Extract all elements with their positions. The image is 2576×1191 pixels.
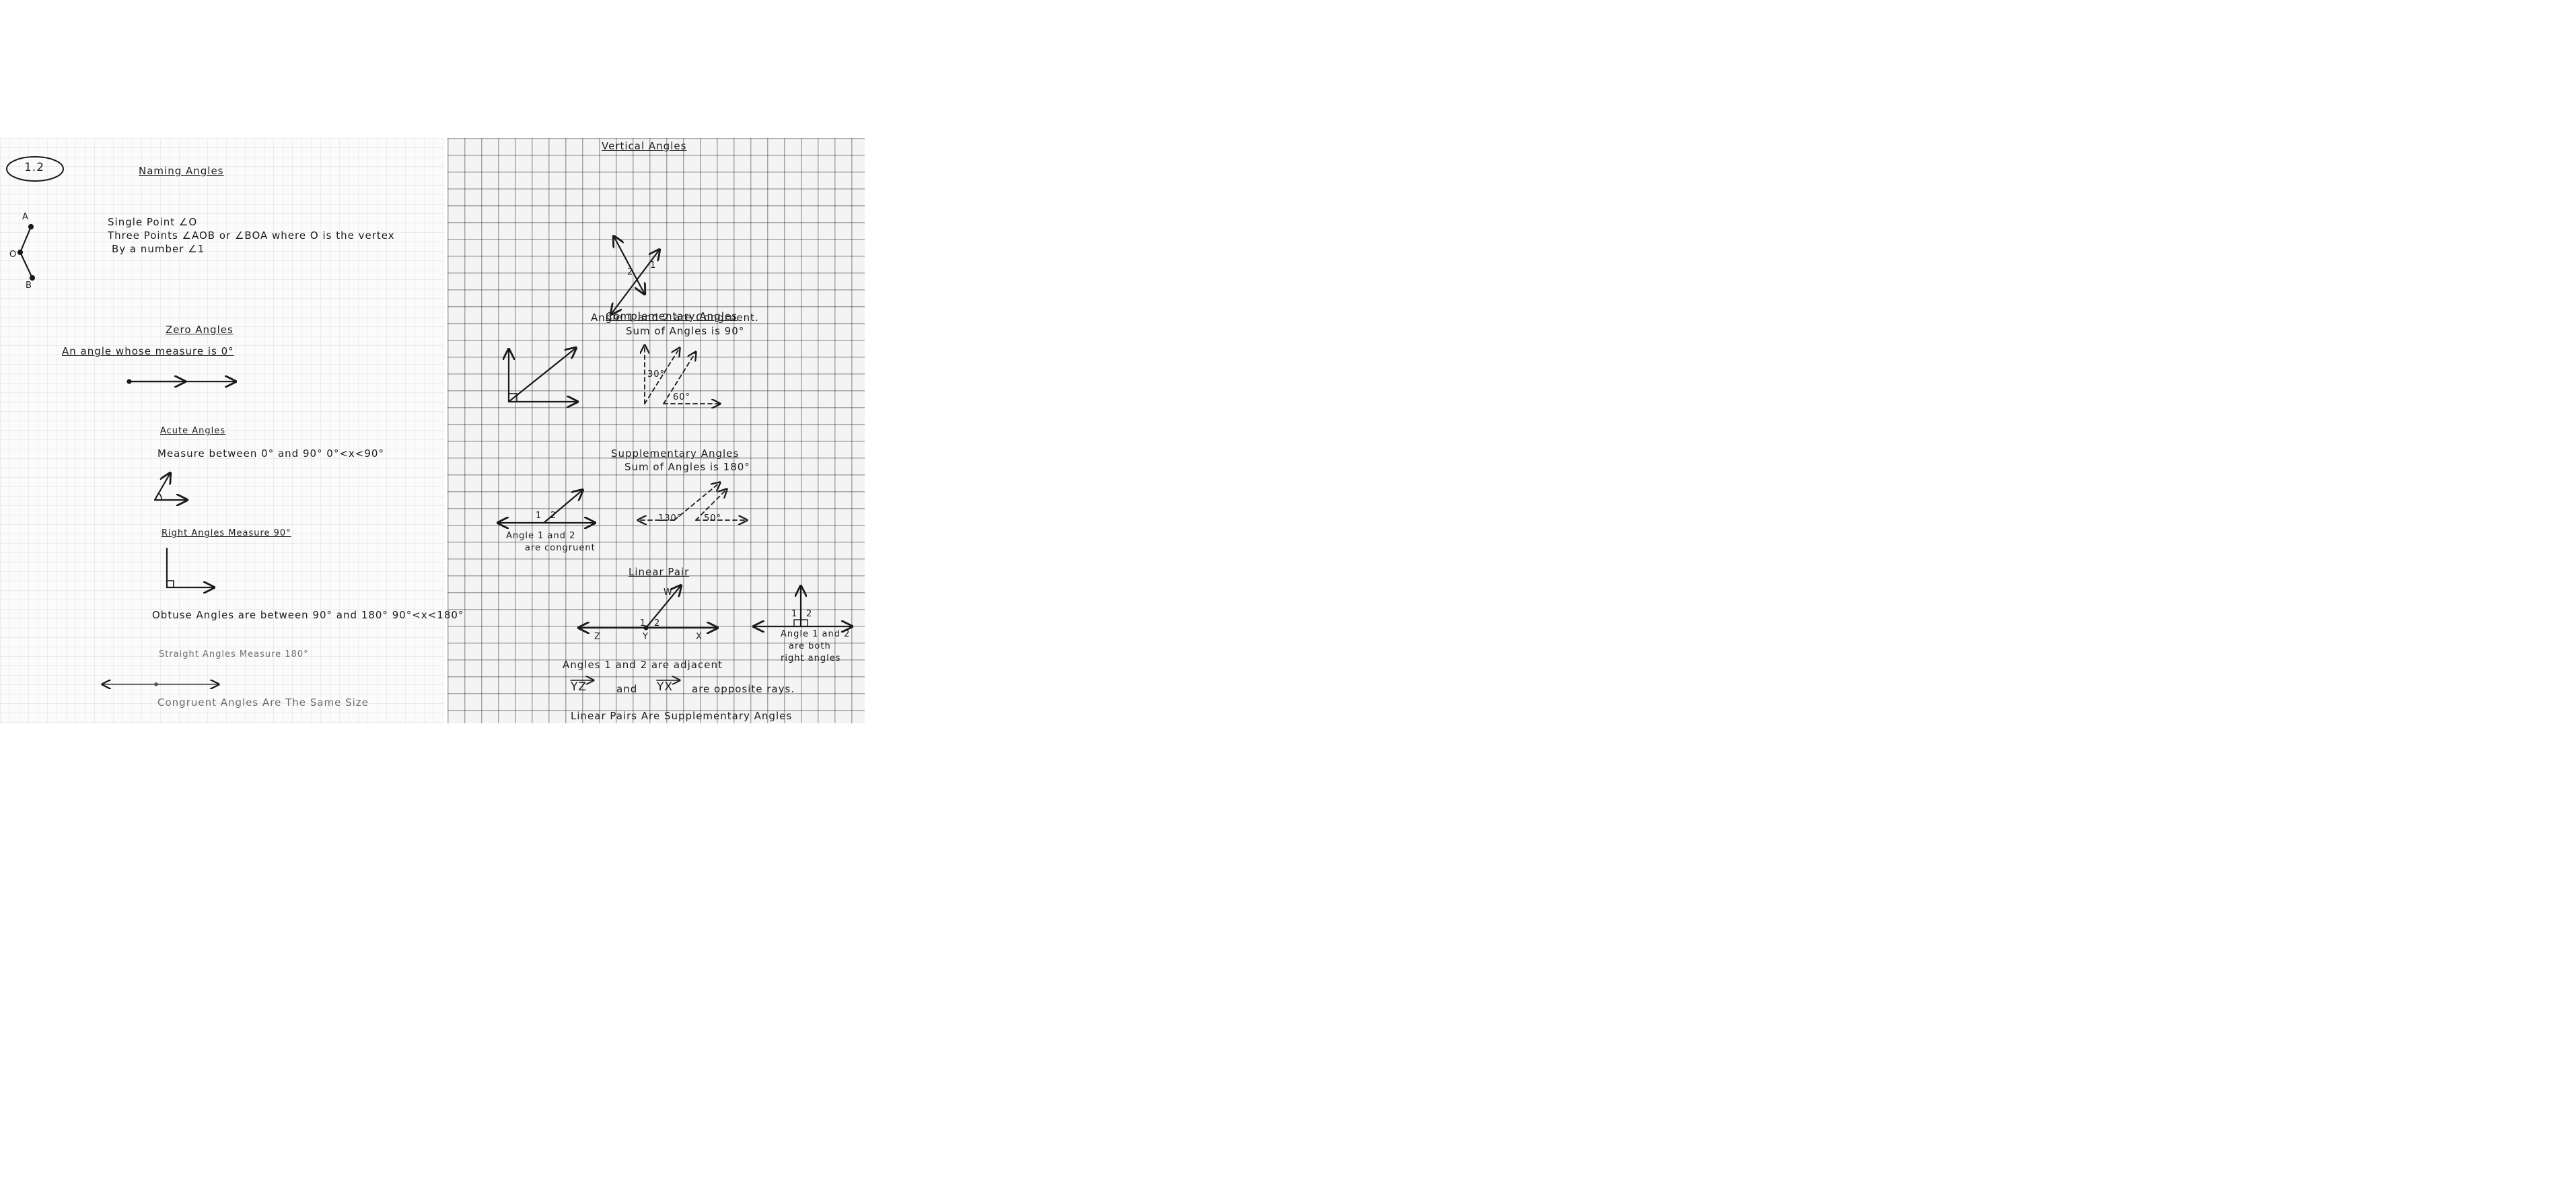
- linear-pair-heading: Linear Pair: [629, 566, 690, 578]
- zero-angles-heading: Zero Angles: [166, 324, 234, 336]
- lesson-badge: 1.2: [24, 161, 45, 174]
- naming-line-1: Single Point ∠O: [108, 216, 198, 228]
- supplementary-label-130: 130°: [658, 513, 682, 524]
- supplementary-figure: [498, 490, 595, 523]
- acute-angle-figure: [153, 473, 187, 500]
- point-x-label: X: [696, 632, 703, 642]
- complementary-heading: Complementary Angles: [606, 310, 738, 322]
- supplementary-angle-2-label: 2: [550, 511, 557, 521]
- point-b-label: B: [26, 281, 32, 291]
- supplementary-caption-line-2: are congruent: [525, 543, 596, 553]
- right-angle-figure: [166, 547, 214, 587]
- point-y-label: Y: [643, 632, 649, 642]
- linear-pair-figure: [579, 585, 717, 630]
- right-angles-heading: Right Angles Measure 90°: [162, 528, 291, 538]
- supplementary-heading: Supplementary Angles: [611, 447, 740, 460]
- adjacent-text: Angles 1 and 2 are adjacent: [563, 659, 723, 671]
- supplementary-label-50: 50°: [704, 513, 722, 524]
- straight-angles-text: Straight Angles Measure 180°: [159, 649, 309, 659]
- acute-angles-heading: Acute Angles: [160, 426, 226, 436]
- right-pair-angle-2-label: 2: [806, 609, 813, 619]
- right-angle-pair-figure: [754, 586, 852, 626]
- point-w-label: W: [664, 587, 673, 598]
- right-pair-angle-1-label: 1: [791, 609, 798, 619]
- opposite-rays-text: are opposite rays.: [692, 683, 795, 695]
- vertical-angle-2-label: 2: [627, 267, 634, 277]
- ray-yx: YX: [657, 680, 674, 694]
- congruent-angles-text: Congruent Angles Are The Same Size: [157, 696, 369, 709]
- vertical-angles-heading: Vertical Angles: [602, 140, 687, 152]
- complementary-label-30: 30°: [647, 369, 666, 380]
- ray-and: and: [616, 683, 638, 695]
- zero-angles-text: An angle whose measure is 0°: [62, 345, 234, 357]
- point-z-label: Z: [594, 632, 601, 642]
- supplementary-subtitle: Sum of Angles is 180°: [624, 461, 750, 473]
- linear-angle-1-label: 1: [640, 618, 647, 628]
- linear-angle-2-label: 2: [654, 618, 661, 628]
- naming-line-3: By a number ∠1: [112, 243, 205, 255]
- complementary-right-figure: [509, 348, 577, 402]
- point-a-label: A: [22, 212, 29, 222]
- obtuse-angles-text: Obtuse Angles are between 90° and 180° 9…: [152, 609, 464, 621]
- vertical-angles-figure: [611, 236, 659, 314]
- complementary-label-60: 60°: [673, 392, 691, 402]
- naming-line-2: Three Points ∠AOB or ∠BOA where O is the…: [108, 229, 395, 242]
- straight-angle-figure: [102, 683, 219, 686]
- right-pair-caption-line-2: are both: [789, 641, 831, 651]
- zero-angle-figure: [127, 380, 236, 384]
- angle-aob-figure: [17, 223, 36, 281]
- supplementary-dashed-figure: [638, 482, 747, 520]
- linear-pairs-supplementary-text: Linear Pairs Are Supplementary Angles: [571, 710, 793, 722]
- acute-angles-text: Measure between 0° and 90° 0°<x<90°: [157, 447, 384, 460]
- right-pair-caption-line-3: right angles: [781, 653, 841, 663]
- page-title: Naming Angles: [139, 165, 224, 177]
- supplementary-caption-line-1: Angle 1 and 2: [506, 531, 576, 541]
- ray-yz: YZ: [571, 680, 587, 694]
- point-o-label: O: [9, 250, 17, 260]
- vertical-angle-1-label: 1: [650, 260, 657, 270]
- complementary-subtitle: Sum of Angles is 90°: [626, 325, 745, 337]
- supplementary-angle-1-label: 1: [536, 511, 542, 521]
- notes-page: 1.2 Naming Angles A O B Single Point ∠O …: [0, 138, 865, 723]
- right-pair-caption-line-1: Angle 1 and 2: [781, 629, 851, 639]
